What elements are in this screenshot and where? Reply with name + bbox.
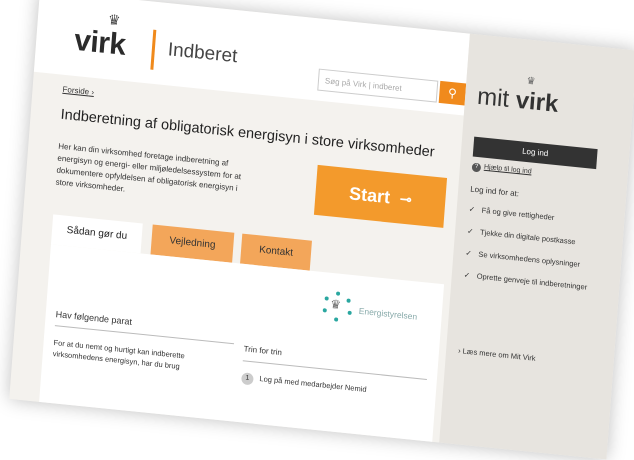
key-icon: ⊸ xyxy=(399,189,413,208)
benefit-list: ✓ Få og give rettigheder ✓ Tjekke din digi… xyxy=(463,204,599,305)
prepare-text: For at du nemt og hurtigt kan indberette… xyxy=(52,338,186,371)
crown-icon: ♛ xyxy=(329,296,342,312)
main-column: ♛ virk Indberet Søg på Virk | indberet ⚲… xyxy=(9,0,470,454)
check-icon: ✓ xyxy=(466,226,474,236)
read-more-link[interactable]: › Læs mere om Mit Virk xyxy=(458,346,536,363)
list-item: ✓ Få og give rettigheder xyxy=(468,204,555,223)
step-text: Log på med medarbejder Nemid xyxy=(259,374,367,394)
page-sheet: ♛ virk Indberet Søg på Virk | indberet ⚲… xyxy=(9,0,634,460)
sidebar: ♛ mit virk Log ind ? Hjælp til log ind Lo… xyxy=(439,33,634,460)
breadcrumb[interactable]: Forside › xyxy=(62,85,94,97)
step-number: 1 xyxy=(241,372,254,386)
login-for-heading: Log ind for at: xyxy=(469,184,520,199)
start-label: Start xyxy=(348,182,391,207)
agency-name: Energistyrelsen xyxy=(358,305,418,322)
list-item: ✓ Oprette genveje til indberetninger xyxy=(463,270,588,292)
search-icon[interactable]: ⚲ xyxy=(438,80,467,106)
section-title: Indberet xyxy=(167,39,239,68)
tab-panel: ♛ Energistyrelsen Hav følgende parat For… xyxy=(38,244,445,454)
login-help-link[interactable]: ? Hjælp til log ind xyxy=(471,162,532,178)
chevron-right-icon: › xyxy=(457,346,461,356)
steps-heading: Trin for trin xyxy=(243,344,283,358)
start-button[interactable]: Start ⊸ xyxy=(313,164,448,228)
virk-logo[interactable]: virk xyxy=(73,24,127,63)
check-icon: ✓ xyxy=(465,248,473,258)
search-input[interactable]: Søg på Virk | indberet xyxy=(317,68,439,103)
check-icon: ✓ xyxy=(468,204,476,215)
check-icon: ✓ xyxy=(463,270,471,280)
mit-virk-logo: mit virk xyxy=(476,82,560,118)
list-item: ✓ Se virksomhedens oplysninger xyxy=(465,248,581,269)
logo-divider xyxy=(150,29,157,70)
crown-icon: ♛ xyxy=(526,75,536,88)
intro-text: Her kan din virksomhed foretage indberet… xyxy=(55,141,242,194)
list-item: ✓ Tjekke din digitale postkasse xyxy=(466,226,576,247)
prepare-heading: Hav følgende parat xyxy=(55,309,133,327)
header: ♛ virk Indberet Søg på Virk | indberet ⚲ xyxy=(33,0,470,116)
help-icon: ? xyxy=(471,162,482,173)
